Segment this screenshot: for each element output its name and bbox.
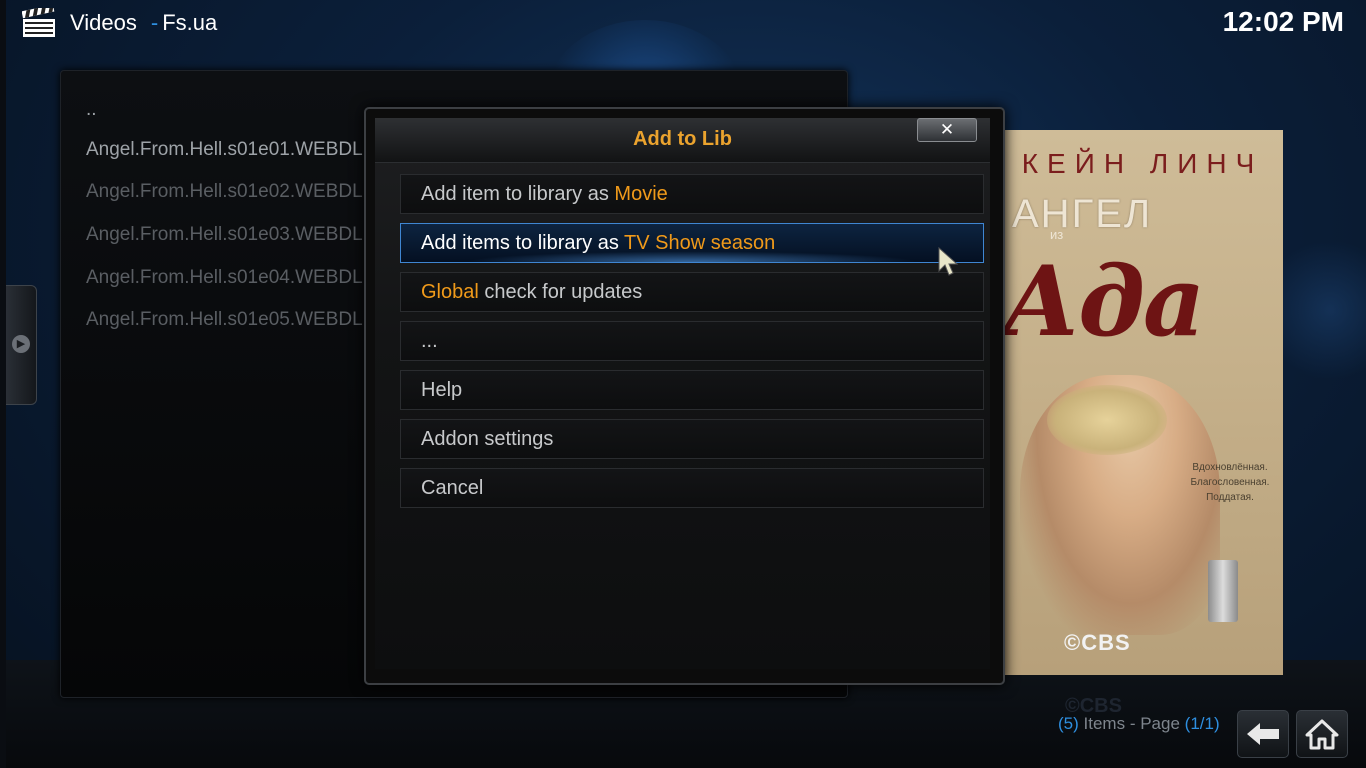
menu-item-text: Add items to library as	[421, 232, 625, 254]
poster-title-line1: АНГЕЛ	[1012, 192, 1153, 236]
poster-actor-name: КЕЙН ЛИНЧ	[1021, 148, 1264, 179]
section-title: Videos	[70, 10, 137, 35]
back-button[interactable]	[1237, 710, 1289, 758]
menu-item-addon-settings[interactable]: Addon settings	[400, 419, 984, 459]
menu-item-text: check for updates	[478, 281, 643, 303]
poster-tagline-line: Поддатая.	[1206, 492, 1254, 503]
menu-item-more[interactable]: ...	[400, 321, 984, 361]
poster-title-line2: Ада	[1002, 245, 1205, 358]
poster-flask	[1208, 560, 1238, 622]
menu-item-cancel[interactable]: Cancel	[400, 468, 984, 508]
page-value: 1/1	[1190, 714, 1214, 733]
poster-tagline: Вдохновлённая. Благословенная. Поддатая.	[1180, 460, 1280, 505]
add-to-lib-dialog: Add to Lib ✕ Add item to library as Movi…	[364, 107, 1005, 685]
chevron-right-icon: ▶	[12, 335, 30, 353]
menu-item-add-movie[interactable]: Add item to library as Movie	[400, 174, 984, 214]
item-count: (5) Items - Page (1/1)	[1058, 714, 1220, 734]
menu-item-global-check[interactable]: Global check for updates	[400, 272, 984, 312]
page-paren: )	[1213, 714, 1220, 733]
menu-item-help[interactable]: Help	[400, 370, 984, 410]
menu-item-accent: Movie	[614, 183, 668, 205]
title-separator: -	[150, 10, 159, 35]
menu-item-accent: TV Show season	[624, 232, 776, 254]
mouse-pointer-icon	[938, 247, 959, 276]
back-arrow-icon	[1247, 723, 1279, 745]
header: Videos - Fs.ua	[22, 6, 217, 40]
side-menu-tab[interactable]: ▶	[6, 285, 37, 405]
poster-figure-hair	[1047, 385, 1167, 455]
list-item-parent[interactable]: ..	[86, 99, 97, 121]
dialog-body: Add to Lib ✕ Add item to library as Movi…	[375, 118, 990, 669]
poster-tagline-line: Благословенная.	[1190, 477, 1270, 488]
poster-art: КЕЙН ЛИНЧ АНГЕЛ из Ада Вдохновлённая. Бл…	[1002, 130, 1283, 675]
clock: 12:02 PM	[1222, 6, 1344, 37]
dialog-title: Add to Lib	[633, 128, 732, 150]
menu-item-text: Add item to library as	[421, 183, 615, 205]
list-item[interactable]: Angel.From.Hell.s01e05.WEBDL	[86, 309, 363, 331]
menu-item-accent: Global	[421, 281, 479, 303]
menu-item-add-tv-season[interactable]: Add items to library as TV Show season	[400, 223, 984, 263]
list-item[interactable]: Angel.From.Hell.s01e02.WEBDL	[86, 181, 363, 203]
list-item[interactable]: Angel.From.Hell.s01e01.WEBDL	[86, 139, 363, 161]
menu-item-text: Addon settings	[421, 428, 554, 450]
menu-item-text: ...	[421, 330, 438, 352]
items-label: Items - Page	[1078, 714, 1185, 733]
close-button[interactable]: ✕	[917, 118, 977, 142]
clapperboard-icon	[22, 8, 55, 37]
list-item[interactable]: Angel.From.Hell.s01e03.WEBDL	[86, 224, 363, 246]
menu-item-text: Help	[421, 379, 463, 401]
menu-item-text: Cancel	[421, 477, 484, 499]
home-button[interactable]	[1296, 710, 1348, 758]
count-value: 5	[1063, 714, 1074, 733]
home-icon	[1305, 719, 1339, 750]
addon-name: Fs.ua	[162, 10, 218, 35]
poster-network-logo: ©CBS	[1064, 630, 1131, 655]
poster-tagline-line: Вдохновлённая.	[1192, 462, 1268, 473]
poster-title-small: из	[1050, 227, 1064, 242]
list-item[interactable]: Angel.From.Hell.s01e04.WEBDL	[86, 267, 363, 289]
dialog-header: Add to Lib ✕	[375, 118, 990, 163]
close-icon: ✕	[939, 120, 955, 139]
